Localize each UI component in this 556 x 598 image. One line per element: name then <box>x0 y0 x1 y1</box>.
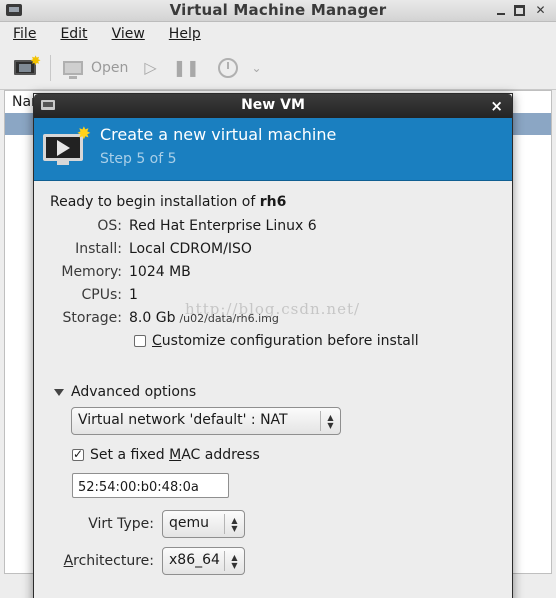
watermark: http://blog.csdn.net/ <box>185 300 361 318</box>
os-label: OS: <box>97 218 122 234</box>
mac-address-field[interactable] <box>72 473 229 498</box>
menu-file[interactable]: File <box>8 26 41 42</box>
toolbar-separator <box>50 54 51 81</box>
ready-text: Ready to begin installation of rh6 <box>50 194 286 210</box>
architecture-label: Architecture: <box>54 553 154 569</box>
updown-arrows-icon: ▲ ▼ <box>320 411 340 431</box>
virt-type-label: Virt Type: <box>88 516 154 532</box>
star-icon: ✸ <box>30 53 41 69</box>
menu-view-label: View <box>111 26 145 42</box>
menubar: File Edit View Help <box>0 22 556 46</box>
main-titlebar: Virtual Machine Manager ✕ <box>0 0 556 22</box>
architecture-value: x86_64 <box>169 552 220 568</box>
install-label: Install: <box>75 241 122 257</box>
architecture-label-text: rchitecture: <box>73 553 154 569</box>
storage-label: Storage: <box>62 310 123 326</box>
updown-arrows-icon: ▲ ▼ <box>224 551 244 571</box>
toolbar: ✸ Open ▷ ❚❚ ⌄ <box>0 46 556 90</box>
menu-help-label: Help <box>168 26 201 42</box>
power-icon[interactable] <box>217 57 238 78</box>
network-select-value: Virtual network 'default' : NAT <box>78 412 288 428</box>
open-button-label: Open <box>91 59 129 76</box>
menu-edit[interactable]: Edit <box>55 26 92 42</box>
fixed-mac-label-pre: Set a fixed <box>90 447 170 463</box>
close-icon[interactable]: ✕ <box>534 4 547 17</box>
new-vm-dialog: New VM × ✸ Create a new virtual machine … <box>33 93 513 598</box>
fixed-mac-label[interactable]: Set a fixed MAC address <box>90 447 260 463</box>
pause-icon[interactable]: ❚❚ <box>173 58 200 77</box>
virt-type-value: qemu <box>169 515 210 531</box>
open-button[interactable]: Open <box>63 59 129 79</box>
fixed-mac-checkbox-row[interactable]: Set a fixed MAC address <box>72 447 260 463</box>
customize-label-text: ustomize configuration before install <box>161 333 419 349</box>
menu-edit-label: Edit <box>60 26 88 42</box>
cpus-label: CPUs: <box>81 287 122 303</box>
dialog-title: New VM <box>241 97 305 113</box>
memory-label: Memory: <box>61 264 122 280</box>
network-select[interactable]: Virtual network 'default' : NAT ▲ ▼ <box>71 407 341 435</box>
cpus-row: CPUs: 1 <box>34 287 138 303</box>
fixed-mac-mnemonic: M <box>169 447 182 463</box>
customize-checkbox[interactable] <box>134 335 146 347</box>
vm-name: rh6 <box>259 194 287 210</box>
advanced-options-label[interactable]: Advanced options <box>71 384 196 400</box>
banner-step: Step 5 of 5 <box>100 151 177 167</box>
new-vm-button[interactable]: ✸ <box>12 53 41 79</box>
cpus-value: 1 <box>129 287 138 303</box>
customize-mnemonic: C <box>152 333 162 349</box>
close-icon[interactable]: × <box>490 97 503 115</box>
os-value: Red Hat Enterprise Linux 6 <box>129 218 317 234</box>
chevron-down-icon[interactable]: ⌄ <box>252 61 262 75</box>
architecture-select[interactable]: x86_64 ▲ ▼ <box>162 547 245 575</box>
advanced-options-expander[interactable]: Advanced options <box>54 384 196 400</box>
storage-value: 8.0 Gb <box>129 310 176 326</box>
updown-arrows-icon: ▲ ▼ <box>224 514 244 534</box>
banner-heading: Create a new virtual machine <box>100 125 337 144</box>
virt-type-select[interactable]: qemu ▲ ▼ <box>162 510 245 538</box>
expander-triangle-icon[interactable] <box>54 388 64 396</box>
monitor-icon <box>63 60 83 79</box>
memory-value: 1024 MB <box>129 264 191 280</box>
os-row: OS: Red Hat Enterprise Linux 6 <box>34 218 317 234</box>
fixed-mac-label-post: AC address <box>181 447 260 463</box>
maximize-icon[interactable] <box>514 5 525 16</box>
ready-prefix: Ready to begin installation of <box>50 194 260 210</box>
play-icon[interactable]: ▷ <box>144 58 156 77</box>
fixed-mac-checkbox[interactable] <box>72 447 84 461</box>
wizard-banner: ✸ Create a new virtual machine Step 5 of… <box>34 118 512 181</box>
memory-row: Memory: 1024 MB <box>34 264 191 280</box>
dialog-titlebar: New VM × <box>34 94 512 118</box>
minimize-icon[interactable] <box>495 4 508 17</box>
customize-checkbox-row[interactable]: Customize configuration before install <box>134 333 419 349</box>
customize-label[interactable]: Customize configuration before install <box>152 333 419 349</box>
menu-file-label: File <box>13 26 37 42</box>
install-row: Install: Local CDROM/ISO <box>34 241 252 257</box>
install-value: Local CDROM/ISO <box>129 241 252 257</box>
architecture-mnemonic: A <box>63 553 74 569</box>
main-window-title: Virtual Machine Manager <box>169 1 387 19</box>
vm-create-icon: ✸ <box>43 126 91 166</box>
menu-view[interactable]: View <box>107 26 150 42</box>
menu-help[interactable]: Help <box>164 26 206 42</box>
